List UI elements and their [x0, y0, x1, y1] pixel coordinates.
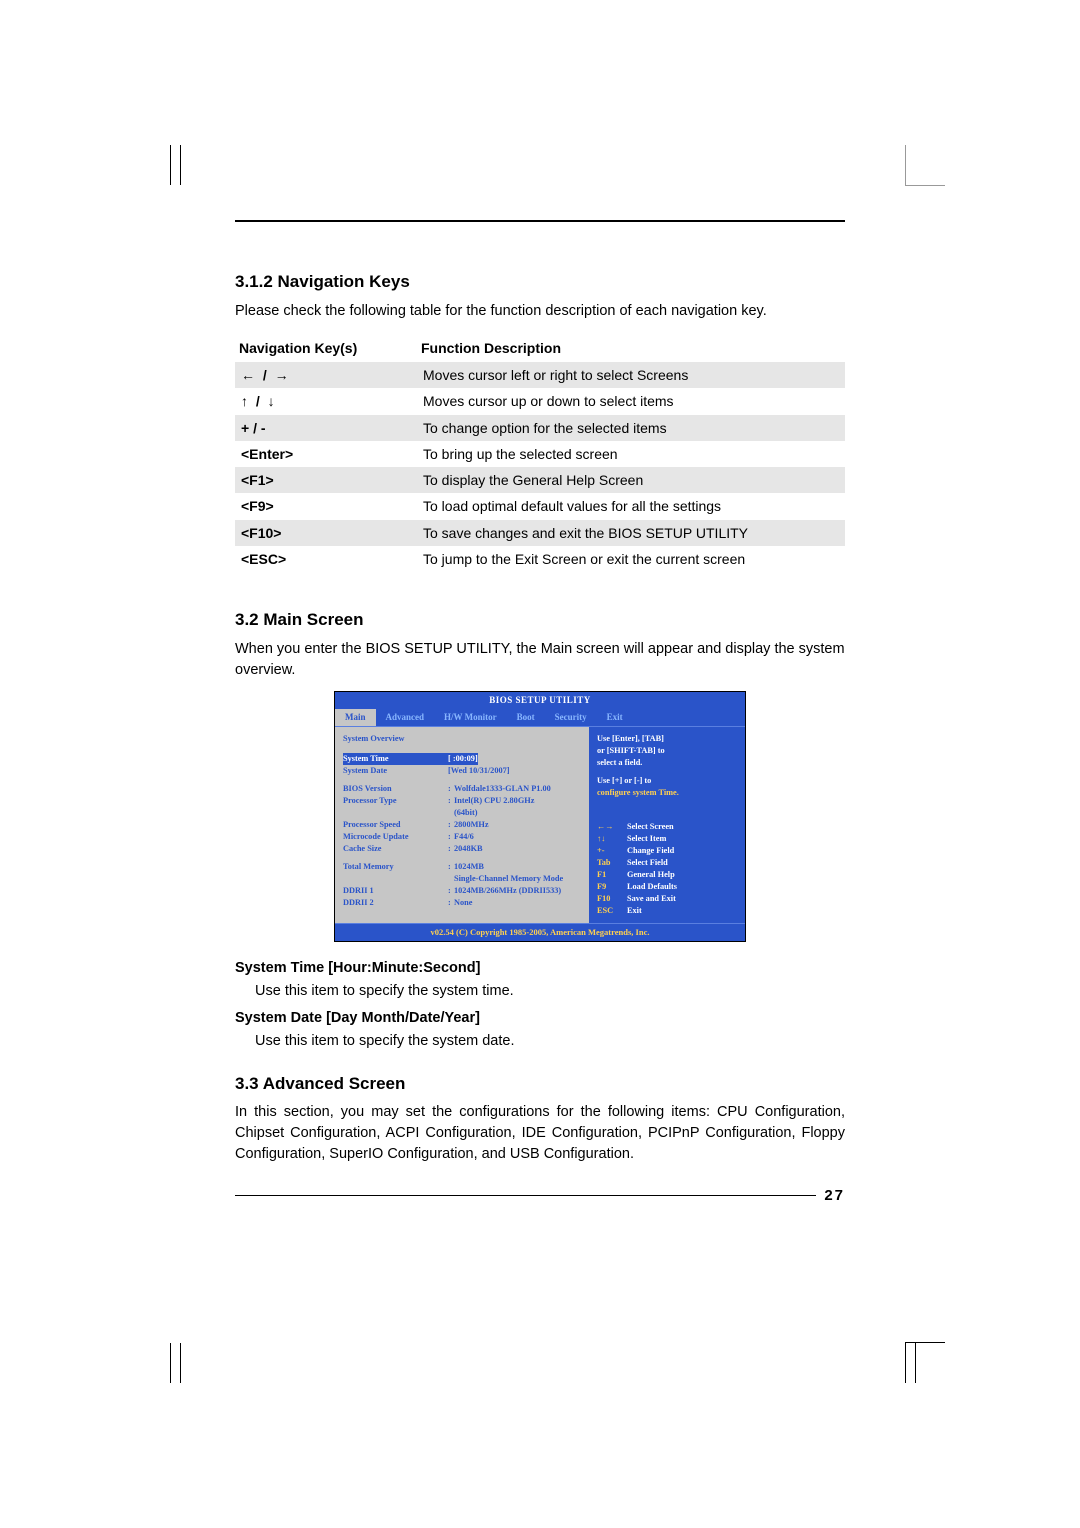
bios-tab: H/W Monitor [434, 709, 507, 726]
nav-desc: To display the General Help Screen [417, 467, 845, 493]
th-desc: Function Description [417, 334, 845, 362]
intro-32: When you enter the BIOS SETUP UTILITY, t… [235, 639, 845, 681]
bios-title: BIOS SETUP UTILITY [335, 692, 745, 709]
nav-desc: Moves cursor up or down to select items [417, 388, 845, 414]
bios-info-row: BIOS Version: Wolfdale1333-GLAN P1.00 [343, 783, 581, 795]
bios-info-row: Total Memory: 1024MB [343, 861, 581, 873]
bios-tab: Boot [507, 709, 545, 726]
nav-desc: To bring up the selected screen [417, 441, 845, 467]
nav-key: ↑ / ↓ [235, 388, 417, 414]
system-date-heading: System Date [Day Month/Date/Year] [235, 1008, 845, 1029]
nav-key: <Enter> [235, 441, 417, 467]
heading-33: 3.3 Advanced Screen [235, 1072, 845, 1097]
bios-key-row: +-Change Field [597, 845, 737, 857]
bios-tab: Main [335, 709, 376, 726]
nav-key: <F9> [235, 493, 417, 519]
nav-desc: To load optimal default values for all t… [417, 493, 845, 519]
bios-help-line: Use [+] or [-] to [597, 775, 737, 787]
bios-info-row: Cache Size: 2048KB [343, 843, 581, 855]
bios-date-value: [Wed 10/31/2007] [448, 765, 510, 777]
bios-help-line: Use [Enter], [TAB] [597, 733, 737, 745]
bios-info-row: Microcode Update: F44/6 [343, 831, 581, 843]
heading-32: 3.2 Main Screen [235, 608, 845, 633]
bios-left-panel: System Overview System Time[ :00:09] Sys… [335, 727, 589, 923]
bios-time-value: [ :00:09] [448, 753, 478, 765]
intro-312: Please check the following table for the… [235, 301, 845, 322]
nav-key: <ESC> [235, 546, 417, 572]
bios-info-row: DDRII 2: None [343, 897, 581, 909]
system-date-desc: Use this item to specify the system date… [255, 1031, 845, 1052]
bios-tabs: MainAdvancedH/W MonitorBootSecurityExit [335, 709, 745, 726]
nav-desc: Moves cursor left or right to select Scr… [417, 362, 845, 388]
bios-info-row: DDRII 1: 1024MB/266MHz (DDRII533) [343, 885, 581, 897]
th-keys: Navigation Key(s) [235, 334, 417, 362]
nav-key: <F10> [235, 520, 417, 546]
bios-info-row: Single-Channel Memory Mode [343, 873, 581, 885]
navigation-keys-table: Navigation Key(s) Function Description ←… [235, 334, 845, 573]
bios-key-row: F10Save and Exit [597, 893, 737, 905]
nav-desc: To save changes and exit the BIOS SETUP … [417, 520, 845, 546]
bios-screenshot: BIOS SETUP UTILITY MainAdvancedH/W Monit… [334, 691, 746, 942]
system-time-heading: System Time [Hour:Minute:Second] [235, 958, 845, 979]
bios-date-label: System Date [343, 765, 448, 777]
system-time-desc: Use this item to specify the system time… [255, 981, 845, 1002]
bios-help-line: select a field. [597, 757, 737, 769]
bios-key-row: F1General Help [597, 869, 737, 881]
bios-overview-label: System Overview [343, 733, 581, 745]
bios-key-row: ↑↓Select Item [597, 833, 737, 845]
bios-help-line: configure system Time. [597, 787, 737, 799]
nav-key: <F1> [235, 467, 417, 493]
heading-312: 3.1.2 Navigation Keys [235, 270, 845, 295]
nav-key: + / - [235, 415, 417, 441]
bios-key-row: ESCExit [597, 905, 737, 917]
bios-info-row: Processor Type: Intel(R) CPU 2.80GHz [343, 795, 581, 807]
bios-tab: Advanced [376, 709, 435, 726]
nav-desc: To jump to the Exit Screen or exit the c… [417, 546, 845, 572]
bios-tab: Security [545, 709, 597, 726]
bios-info-row: Processor Speed: 2800MHz [343, 819, 581, 831]
bios-time-label: System Time [343, 753, 448, 765]
bios-key-row: F9Load Defaults [597, 881, 737, 893]
bios-help-panel: Use [Enter], [TAB] or [SHIFT-TAB] to sel… [589, 727, 745, 923]
bios-info-row: (64bit) [343, 807, 581, 819]
bios-key-row: ←→Select Screen [597, 821, 737, 833]
bios-footer: v02.54 (C) Copyright 1985-2005, American… [335, 924, 745, 940]
page-number: 27 [235, 1195, 845, 1218]
intro-33: In this section, you may set the configu… [235, 1102, 845, 1165]
bios-help-line: or [SHIFT-TAB] to [597, 745, 737, 757]
nav-desc: To change option for the selected items [417, 415, 845, 441]
nav-key: ← / → [235, 362, 417, 388]
bios-tab: Exit [597, 709, 633, 726]
bios-key-row: TabSelect Field [597, 857, 737, 869]
